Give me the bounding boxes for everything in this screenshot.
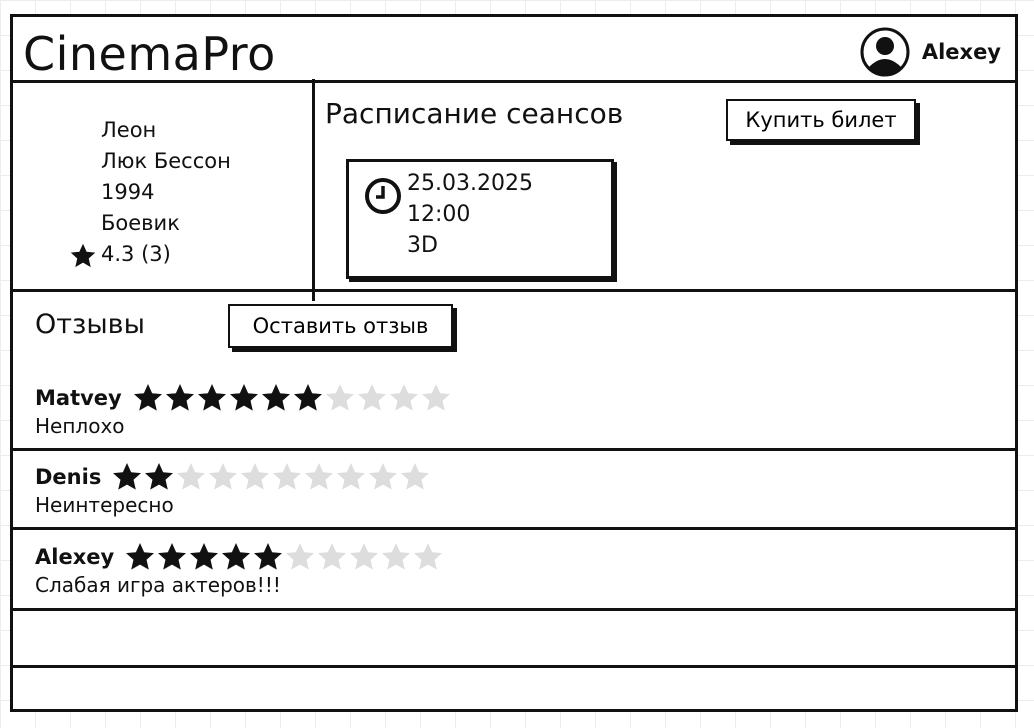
star-empty-icon — [305, 463, 334, 490]
leave-review-button[interactable]: Оставить отзыв — [228, 304, 453, 348]
star-empty-icon — [401, 463, 430, 490]
review-item: Denis Неинтересно — [35, 460, 431, 516]
session-card[interactable]: 25.03.2025 12:00 3D — [346, 159, 614, 279]
star-empty-icon — [369, 463, 398, 490]
star-empty-icon — [337, 463, 366, 490]
star-filled-icon — [126, 543, 155, 570]
review-stars — [132, 382, 452, 414]
star-filled-icon — [133, 384, 162, 411]
star-empty-icon — [286, 543, 315, 570]
user-menu[interactable]: Alexey — [860, 27, 1001, 77]
star-empty-icon — [241, 463, 270, 490]
star-empty-icon — [177, 463, 206, 490]
star-empty-icon — [382, 543, 411, 570]
review-divider — [13, 608, 1015, 611]
review-author: Alexey — [35, 545, 115, 569]
star-empty-icon — [318, 543, 347, 570]
movie-rating: 4.3 (3) — [69, 239, 231, 270]
star-filled-icon — [261, 384, 290, 411]
star-filled-icon — [145, 463, 174, 490]
session-time: 12:00 — [407, 202, 471, 227]
star-empty-icon — [357, 384, 386, 411]
info-divider — [312, 79, 315, 301]
star-empty-icon — [389, 384, 418, 411]
star-filled-icon — [229, 384, 258, 411]
header-divider — [13, 80, 1015, 83]
review-author: Matvey — [35, 386, 122, 410]
star-empty-icon — [273, 463, 302, 490]
star-empty-icon — [414, 543, 443, 570]
rating-text: 4.3 (3) — [101, 242, 171, 266]
review-stars — [124, 541, 444, 573]
star-empty-icon — [209, 463, 238, 490]
star-empty-icon — [421, 384, 450, 411]
clock-icon — [365, 178, 401, 214]
session-format: 3D — [407, 233, 438, 258]
movie-director: Люк Бессон — [101, 149, 231, 173]
review-author: Denis — [35, 465, 102, 489]
app-logo[interactable]: CinemaPro — [23, 27, 276, 81]
footer-divider — [13, 665, 1015, 668]
review-text: Неплохо — [35, 414, 125, 438]
app-window: CinemaPro Alexey Леон Люк Бессон 1994 Бо… — [10, 14, 1018, 712]
star-filled-icon — [197, 384, 226, 411]
movie-title: Леон — [101, 118, 157, 142]
user-name: Alexey — [921, 40, 1001, 64]
reviews-title: Отзывы — [35, 309, 145, 340]
star-icon — [70, 243, 96, 268]
star-filled-icon — [254, 543, 283, 570]
session-date: 25.03.2025 — [407, 171, 533, 196]
star-filled-icon — [293, 384, 322, 411]
info-bottom-divider — [13, 289, 1015, 292]
review-divider — [13, 527, 1015, 530]
movie-year: 1994 — [101, 180, 155, 204]
review-text: Слабая игра актеров!!! — [35, 573, 281, 597]
star-filled-icon — [113, 463, 142, 490]
movie-info: Леон Люк Бессон 1994 Боевик 4.3 (3) — [69, 115, 231, 270]
movie-genre: Боевик — [101, 211, 180, 235]
star-filled-icon — [158, 543, 187, 570]
buy-ticket-button[interactable]: Купить билет — [726, 99, 916, 141]
star-filled-icon — [222, 543, 251, 570]
star-empty-icon — [325, 384, 354, 411]
schedule-title: Расписание сеансов — [325, 97, 624, 130]
star-filled-icon — [165, 384, 194, 411]
star-filled-icon — [190, 543, 219, 570]
star-empty-icon — [350, 543, 379, 570]
review-divider — [13, 448, 1015, 451]
review-text: Неинтересно — [35, 493, 174, 517]
review-stars — [111, 461, 431, 493]
review-item: Alexey Слабая игра актеров!!! — [35, 540, 444, 596]
user-avatar-icon[interactable] — [860, 27, 910, 77]
review-item: Matvey Неплохо — [35, 381, 452, 437]
